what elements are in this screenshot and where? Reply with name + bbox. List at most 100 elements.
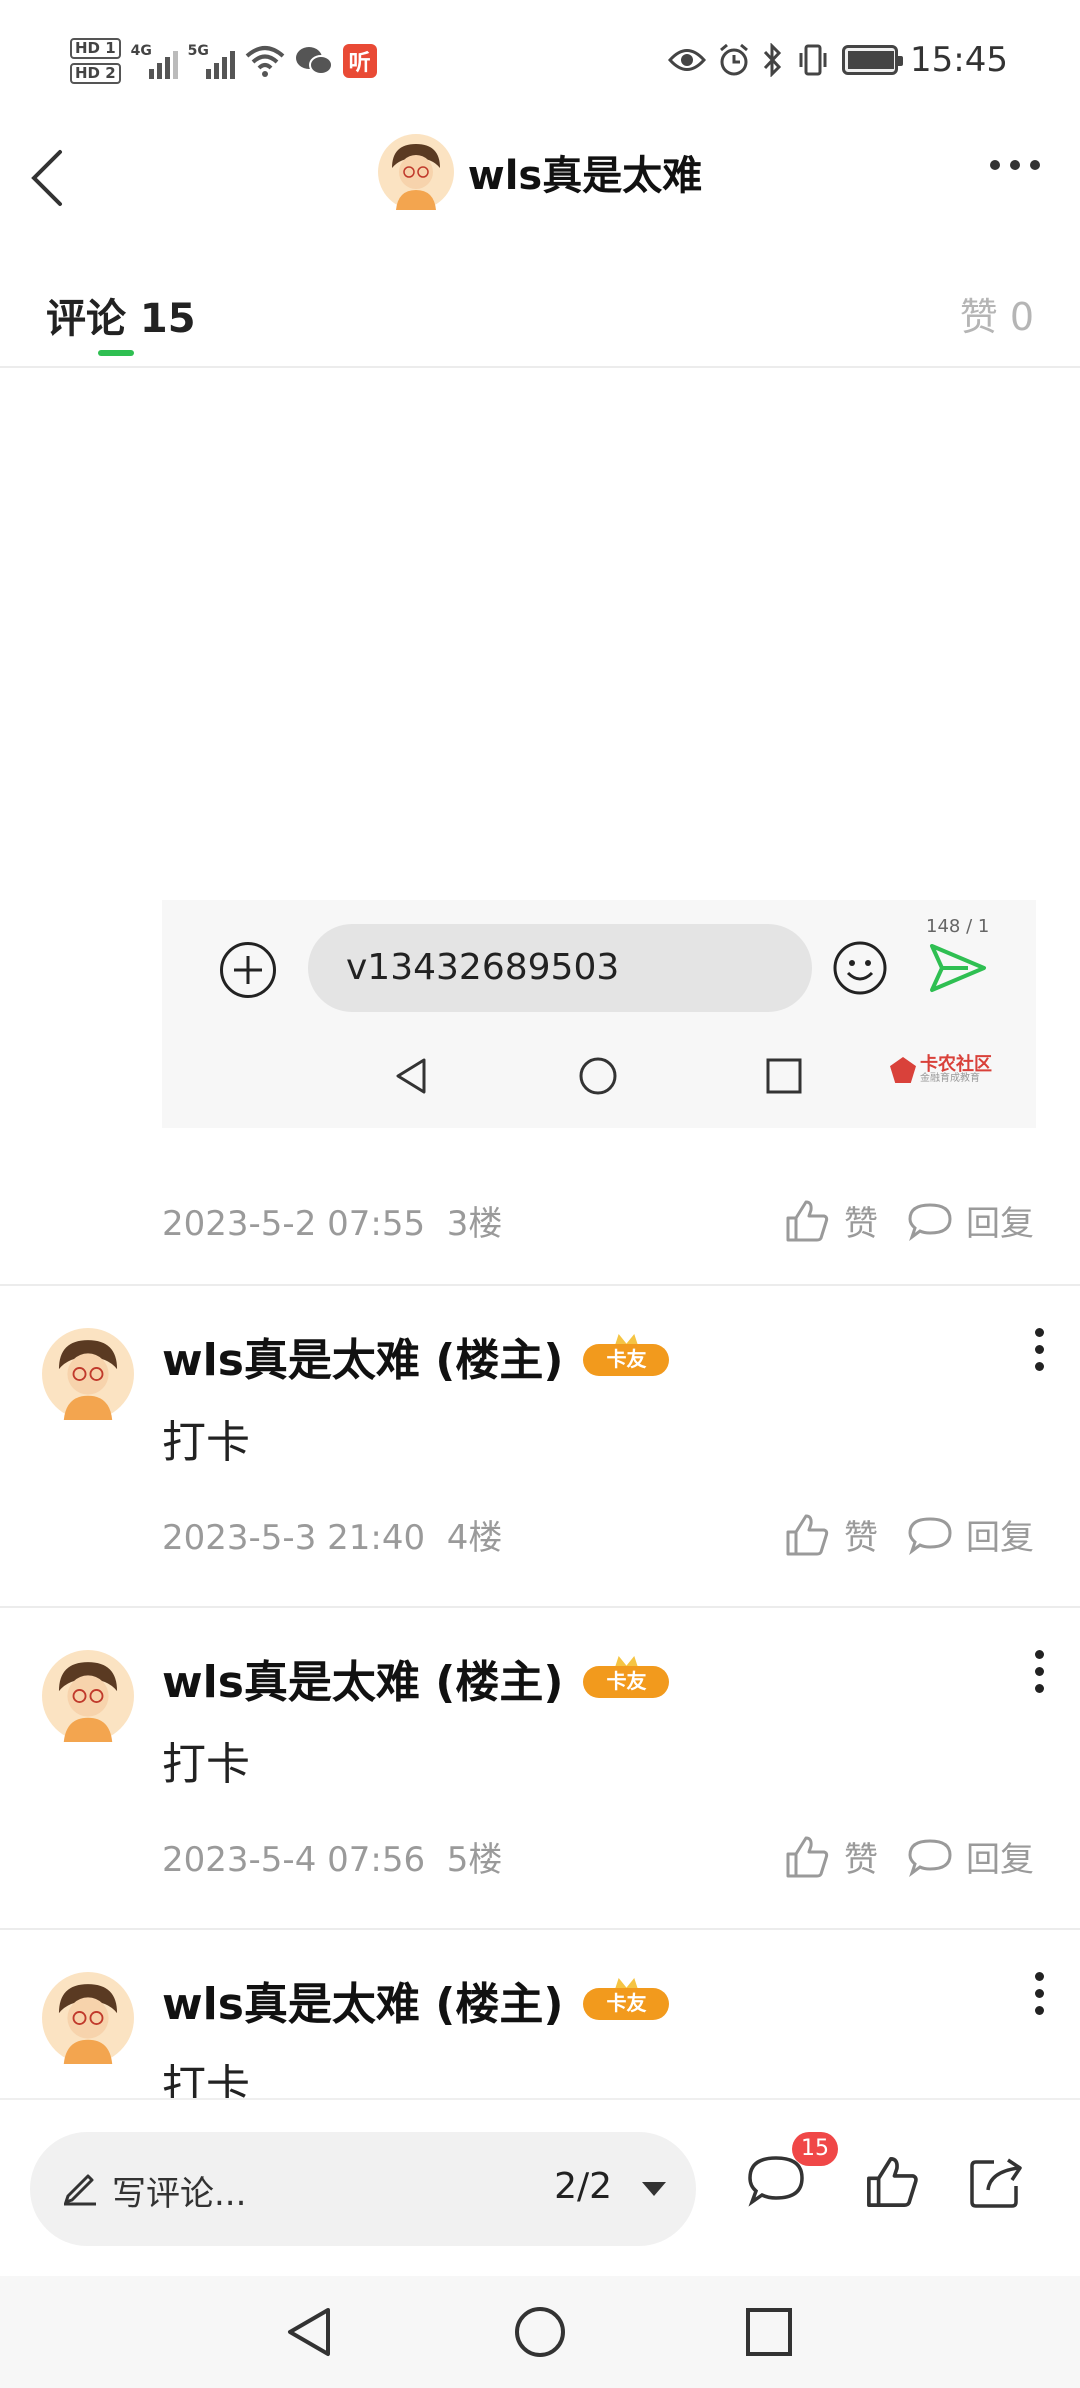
emoji-icon	[833, 941, 887, 995]
more-vertical-icon[interactable]	[1035, 1650, 1044, 1693]
signal-icon: 4G	[131, 43, 178, 79]
app-badge-icon: 听	[342, 44, 377, 78]
like-label: 赞	[844, 1204, 878, 1244]
pencil-icon	[64, 2174, 96, 2206]
send-icon	[930, 944, 986, 992]
status-right: 15:45	[668, 40, 1008, 80]
share-icon[interactable]	[968, 2154, 1026, 2210]
hd-indicator: HD 1 HD 2	[70, 38, 121, 84]
avatar[interactable]	[42, 1328, 134, 1420]
reply-button[interactable]: 回复	[908, 1196, 1034, 1245]
reply-button[interactable]: 回复	[908, 1510, 1034, 1559]
tab-bar: 评论 15 赞 0	[0, 250, 1080, 368]
comment-meta-3: 2023-5-2 07:55 3楼 赞 回复	[162, 1190, 1042, 1250]
status-time: 15:45	[910, 40, 1008, 80]
bluetooth-icon	[763, 43, 782, 77]
avatar[interactable]	[42, 1972, 134, 2064]
signal-icon-2: 5G	[188, 43, 235, 79]
comment-date: 2023-5-3 21:40 4楼	[162, 1510, 502, 1559]
thumbs-up-icon[interactable]	[864, 2154, 920, 2210]
wechat-icon	[295, 47, 333, 75]
list-item: wls真是太难 (楼主) 卡友 打卡 2023-5-3 21:40 4楼 赞 回…	[0, 1286, 1080, 1606]
comment-body: 打卡	[162, 2061, 250, 2098]
thumbs-up-icon	[786, 1200, 829, 1241]
like-button[interactable]: 赞	[784, 1832, 878, 1881]
thumbs-up-icon	[786, 1514, 829, 1555]
logo-mark-icon	[890, 1057, 916, 1083]
comment-floor: 3楼	[446, 1203, 503, 1244]
comment-date-text: 2023-5-3 21:40	[162, 1517, 426, 1558]
like-label: 赞	[844, 1840, 878, 1880]
kanong-logo: 卡农社区 金融育成教育	[890, 1056, 992, 1084]
comment-actions: 赞 回复	[784, 1832, 1034, 1881]
page-indicator[interactable]: 2/2	[554, 2166, 612, 2207]
comment-image[interactable]: v13432689503 148 / 1 卡农社区 金融育成教育	[162, 900, 1036, 1128]
nav-back-icon[interactable]	[282, 2304, 336, 2360]
badge-label: 卡友	[606, 1669, 647, 1693]
comment-date: 2023-5-2 07:55 3楼	[162, 1196, 502, 1245]
comment-author[interactable]: wls真是太难 (楼主)	[162, 1646, 563, 1710]
like-button[interactable]: 赞	[784, 1510, 878, 1559]
comment-date-text: 2023-5-4 07:56	[162, 1839, 426, 1880]
header-title-group: wls真是太难	[0, 134, 1080, 210]
alarm-icon	[720, 43, 748, 76]
plus-icon	[220, 942, 276, 998]
badge-label: 卡友	[606, 1991, 647, 2015]
comments-icon[interactable]	[746, 2154, 806, 2210]
avatar[interactable]	[42, 1650, 134, 1742]
network1-label: 4G	[130, 43, 152, 59]
reply-bubble-icon	[908, 1202, 952, 1241]
reply-label: 回复	[966, 1840, 1034, 1880]
crown-badge-icon: 卡友	[583, 1334, 670, 1378]
battery-icon	[842, 45, 904, 75]
bottom-action-bar: 写评论... 2/2 15	[0, 2098, 1080, 2274]
hd2-label: HD 2	[70, 63, 121, 84]
status-left: HD 1 HD 2 4G 5G 听	[70, 38, 377, 84]
network2-label: 5G	[187, 43, 209, 59]
embedded-input-field: v13432689503	[308, 924, 812, 1012]
nav-home-icon[interactable]	[512, 2304, 568, 2360]
comment-actions: 赞 回复	[784, 1510, 1034, 1559]
like-button[interactable]: 赞	[784, 1196, 878, 1245]
logo-title: 卡农社区	[920, 1054, 992, 1075]
thumbs-up-icon	[786, 1836, 829, 1877]
comment-header: wls真是太难 (楼主) 卡友	[162, 1646, 670, 1710]
comment-body: 打卡	[162, 1417, 250, 1468]
top-header: wls真是太难	[0, 130, 1080, 250]
comment-header: wls真是太难 (楼主) 卡友	[162, 1324, 670, 1388]
comment-body: 打卡	[162, 1739, 250, 1790]
comment-count-badge: 15	[792, 2132, 838, 2166]
tab-active-indicator	[98, 350, 134, 356]
list-item: wls真是太难 (楼主) 卡友 打卡	[0, 1930, 1080, 2098]
comment-author[interactable]: wls真是太难 (楼主)	[162, 1968, 563, 2032]
more-options-icon[interactable]	[990, 160, 1040, 170]
avatar[interactable]	[377, 134, 454, 210]
tab-likes[interactable]: 赞 0	[960, 286, 1034, 341]
embedded-back-nav-icon	[396, 1058, 426, 1094]
comment-actions: 赞 回复	[784, 1196, 1034, 1245]
embedded-recents-nav-icon	[766, 1058, 802, 1094]
hd1-label: HD 1	[70, 38, 121, 59]
eye-icon	[668, 49, 707, 71]
logo-subtitle: 金融育成教育	[920, 1073, 980, 1084]
comment-author[interactable]: wls真是太难 (楼主)	[162, 1324, 563, 1388]
system-nav-bar	[0, 2276, 1080, 2388]
reply-bubble-icon	[908, 1516, 952, 1555]
write-comment-input[interactable]: 写评论... 2/2	[30, 2132, 696, 2246]
nav-recents-icon[interactable]	[742, 2304, 796, 2360]
crown-badge-icon: 卡友	[583, 1978, 670, 2022]
list-item: wls真是太难 (楼主) 卡友 打卡 2023-5-4 07:56 5楼 赞 回…	[0, 1608, 1080, 1928]
tab-comments[interactable]: 评论 15	[46, 286, 196, 344]
page-dropdown-icon[interactable]	[642, 2182, 666, 2196]
crown-badge-icon: 卡友	[583, 1656, 670, 1700]
reply-button[interactable]: 回复	[908, 1832, 1034, 1881]
char-counter: 148 / 1	[926, 916, 990, 937]
more-vertical-icon[interactable]	[1035, 1328, 1044, 1371]
reply-bubble-icon	[908, 1838, 952, 1877]
like-label: 赞	[844, 1518, 878, 1558]
status-bar: HD 1 HD 2 4G 5G 听 15:45	[0, 0, 1080, 130]
more-vertical-icon[interactable]	[1035, 1972, 1044, 2015]
comment-date-text: 2023-5-2 07:55	[162, 1203, 426, 1244]
comment-header: wls真是太难 (楼主) 卡友	[162, 1968, 670, 2032]
embedded-home-nav-icon	[579, 1057, 617, 1095]
